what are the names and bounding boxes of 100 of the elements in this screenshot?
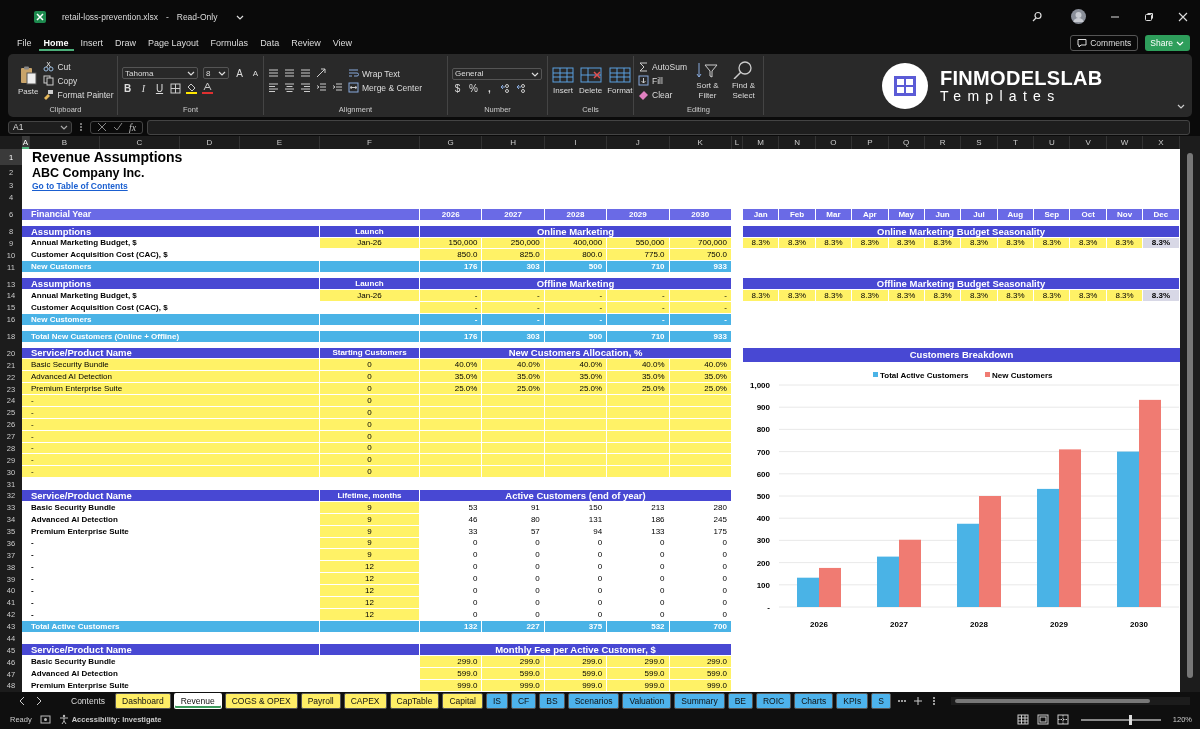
- sheet-tab[interactable]: S: [871, 693, 891, 709]
- table-of-contents-link[interactable]: Go to Table of Contents: [32, 180, 128, 191]
- enter-icon[interactable]: [113, 122, 123, 132]
- menu-tab[interactable]: Data: [255, 35, 285, 51]
- grow-font-button[interactable]: A: [234, 67, 245, 79]
- align-middle-icon[interactable]: [284, 68, 295, 79]
- table-cell: [544, 466, 608, 479]
- search-icon[interactable]: [1032, 11, 1043, 22]
- menu-tab[interactable]: File: [12, 35, 37, 51]
- orientation-icon[interactable]: [316, 68, 327, 79]
- avatar[interactable]: [1071, 9, 1086, 24]
- vertical-scrollbar[interactable]: [1180, 149, 1200, 692]
- format-painter-button[interactable]: Format Painter: [43, 89, 114, 100]
- sheet-tab[interactable]: ROIC: [756, 693, 792, 709]
- format-button[interactable]: Format: [607, 66, 633, 95]
- currency-button[interactable]: $: [452, 82, 463, 94]
- column-heading: Launch: [320, 225, 420, 238]
- bold-button[interactable]: B: [122, 82, 133, 94]
- restore-icon[interactable]: [1144, 11, 1154, 22]
- shrink-font-button[interactable]: A: [250, 68, 261, 78]
- table-cell: 9: [320, 549, 420, 562]
- percent-button[interactable]: %: [468, 82, 479, 94]
- table-cell: 25.0%: [544, 383, 608, 395]
- sheet-tab[interactable]: Valuation: [622, 693, 672, 709]
- find-select-button[interactable]: Find & Select: [728, 61, 759, 100]
- table-cell: 35.0%: [669, 371, 732, 384]
- table-cell: 599.0: [482, 668, 545, 680]
- font-color-icon[interactable]: [202, 82, 213, 94]
- menu-tab[interactable]: Page Layout: [143, 35, 204, 51]
- cut-button[interactable]: Cut: [43, 61, 114, 72]
- font-family-field[interactable]: Tahoma: [122, 67, 198, 79]
- increase-indent-icon[interactable]: [332, 82, 343, 93]
- add-sheet-icon[interactable]: [912, 696, 923, 706]
- decrease-indent-icon[interactable]: [316, 82, 327, 93]
- comma-style-button[interactable]: ,: [484, 82, 495, 94]
- align-top-icon[interactable]: [268, 68, 279, 79]
- horizontal-scrollbar[interactable]: [950, 697, 1190, 705]
- table-cell: 40.0%: [420, 359, 483, 372]
- align-right-icon[interactable]: [300, 82, 311, 93]
- sheet-tab[interactable]: BS: [539, 693, 565, 709]
- underline-button[interactable]: U: [154, 82, 165, 94]
- macro-icon[interactable]: [39, 714, 51, 725]
- menu-tab[interactable]: Formulas: [205, 35, 254, 51]
- italic-button[interactable]: I: [138, 82, 149, 94]
- formula-input[interactable]: [147, 119, 1190, 135]
- fill-color-icon[interactable]: [186, 82, 197, 94]
- align-bottom-icon[interactable]: [300, 68, 311, 79]
- copy-button[interactable]: Copy: [43, 75, 114, 86]
- menu-tab[interactable]: Insert: [75, 35, 109, 51]
- name-box[interactable]: A1: [8, 120, 72, 134]
- cancel-icon[interactable]: [97, 122, 107, 132]
- table-cell: 0: [320, 454, 420, 467]
- spreadsheet-app-icon[interactable]: [34, 10, 46, 23]
- menu-tab[interactable]: Draw: [110, 35, 142, 51]
- sheet-tab[interactable]: COGS & OPEX: [224, 693, 298, 709]
- table-cell: 299.0: [607, 656, 670, 669]
- delete-button[interactable]: Delete: [579, 66, 603, 95]
- sheet-tab[interactable]: Revenue: [173, 693, 222, 709]
- next-sheet-icon[interactable]: [34, 696, 44, 706]
- normal-view-icon[interactable]: [1016, 714, 1029, 725]
- sheet-tab[interactable]: KPIs: [836, 693, 869, 709]
- clear-button[interactable]: Clear: [638, 89, 687, 100]
- font-size-field[interactable]: 8: [203, 67, 229, 79]
- insert-function-button[interactable]: fx: [129, 121, 137, 133]
- sheet-tab[interactable]: Dashboard: [115, 693, 171, 709]
- sheet-tab[interactable]: Scenarios: [567, 693, 620, 709]
- decrease-decimal-icon[interactable]: [516, 82, 527, 94]
- sheet-tab[interactable]: Charts: [794, 693, 834, 709]
- insert-button[interactable]: Insert: [552, 66, 574, 95]
- sheet-tab[interactable]: CapTable: [389, 693, 440, 709]
- paste-button[interactable]: Paste: [18, 65, 39, 96]
- align-center-icon[interactable]: [284, 82, 295, 93]
- sort-filter-button[interactable]: Sort & Filter: [691, 61, 723, 100]
- menu-tab[interactable]: Review: [286, 35, 326, 51]
- increase-decimal-icon[interactable]: [500, 82, 511, 94]
- comments-button[interactable]: Comments: [1070, 35, 1139, 51]
- align-left-icon[interactable]: [268, 82, 279, 93]
- merge-center-button[interactable]: Merge & Center: [348, 82, 422, 93]
- sheet-tab[interactable]: CAPEX: [343, 693, 387, 709]
- sheet-tab[interactable]: BE: [727, 693, 753, 709]
- sheet-tab[interactable]: Payroll: [300, 693, 341, 709]
- table-cell: [544, 454, 608, 467]
- wrap-text-button[interactable]: Wrap Text: [348, 68, 422, 79]
- sheet-tab[interactable]: IS: [485, 693, 508, 709]
- autosum-button[interactable]: AutoSum: [638, 61, 687, 72]
- scissors-icon: [43, 61, 55, 72]
- read-only-dropdown[interactable]: Read-Only: [176, 11, 246, 22]
- menu-tab[interactable]: Home: [38, 35, 74, 51]
- close-icon[interactable]: [1178, 11, 1188, 22]
- sheet-tab[interactable]: CF: [510, 693, 537, 709]
- page-break-icon[interactable]: [1056, 714, 1069, 725]
- axis-label: 200: [756, 558, 770, 568]
- sheet-tab[interactable]: Capital: [442, 693, 483, 709]
- fill-button[interactable]: Fill: [638, 75, 687, 86]
- number-format-field[interactable]: General: [452, 67, 542, 80]
- sheet-tab[interactable]: Contents: [64, 693, 113, 709]
- borders-icon[interactable]: [170, 82, 181, 94]
- page-layout-icon[interactable]: [1036, 714, 1049, 725]
- menu-tab[interactable]: View: [327, 35, 357, 51]
- sheet-tab[interactable]: Summary: [674, 693, 725, 709]
